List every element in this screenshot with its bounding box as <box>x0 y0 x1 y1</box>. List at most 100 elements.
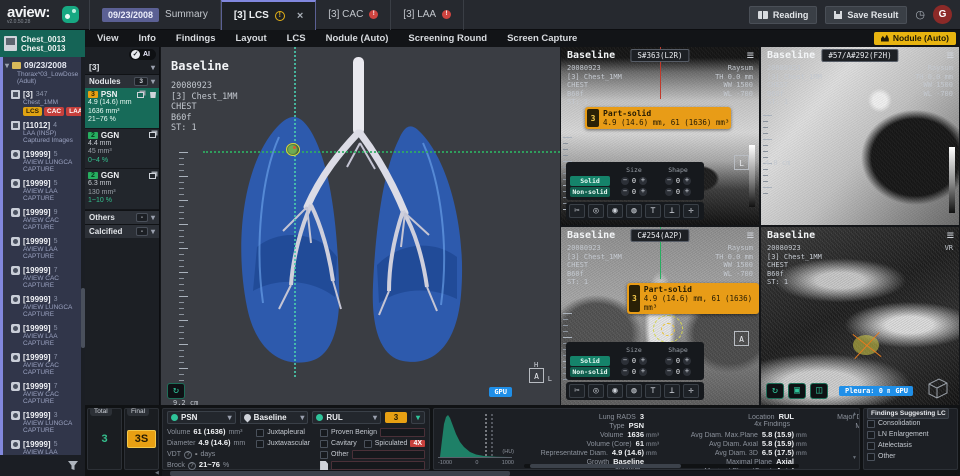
compare-icon[interactable] <box>149 173 156 179</box>
series-item[interactable]: [19999] 5 AVIEW LAA CAPTURE <box>3 322 81 351</box>
checkbox[interactable] <box>256 440 264 448</box>
nodule-marker[interactable] <box>286 143 300 156</box>
series-item[interactable]: [11012] 4 LAA (INSP) Captured Images <box>3 119 81 148</box>
solid-size-stepper[interactable]: −0+ <box>612 177 656 185</box>
edit-tool-icon[interactable]: ✂ <box>569 384 585 398</box>
mask-icon[interactable]: ◫ <box>810 383 828 399</box>
calcified-section-header[interactable]: Calcified -▾ <box>85 224 159 238</box>
finding-row[interactable]: Atelectasis <box>867 440 954 451</box>
ai-toggle[interactable]: ✓ AI <box>129 49 156 60</box>
menu-item[interactable]: Screen Capture <box>507 33 577 44</box>
molecule-icon[interactable] <box>62 6 79 23</box>
series-item[interactable]: [19999] 7 AVIEW CAC CAPTURE <box>3 264 81 293</box>
checkbox[interactable] <box>867 431 875 439</box>
other-field[interactable] <box>352 450 425 459</box>
nonsolid-size-stepper[interactable]: −0+ <box>612 188 656 196</box>
finding-row[interactable]: Other <box>867 451 954 462</box>
edit-tool-icon[interactable]: ✂ <box>569 204 585 218</box>
menu-item[interactable]: View <box>97 33 118 44</box>
nodule-item[interactable]: 3 PSN 4.9 (14.6) mm 1636 mm³ 21~76 % <box>85 88 159 129</box>
edit-tool-icon[interactable]: ◉ <box>607 204 623 218</box>
checkbox-row[interactable]: Juxtapleural <box>256 427 314 438</box>
avatar[interactable]: G <box>933 5 952 24</box>
nodule-auto-button[interactable]: Nodule (Auto) <box>874 32 956 45</box>
timepoint-select[interactable]: Baseline▾ <box>240 411 309 424</box>
checkbox[interactable] <box>364 440 372 448</box>
final-score-badge[interactable]: 3S <box>127 430 156 448</box>
patient-header[interactable]: Chest_0013 Chest_0013 <box>0 30 85 57</box>
rotate-3d-icon[interactable]: ↻ <box>167 383 185 399</box>
type-select[interactable]: PSN▾ <box>167 411 236 424</box>
checkbox[interactable] <box>320 429 328 437</box>
checkbox[interactable] <box>867 453 875 461</box>
menu-item[interactable]: Layout <box>235 33 266 44</box>
scroll-left-arrow[interactable]: ◀ <box>155 470 159 476</box>
series-item[interactable]: [19999] 3 AVIEW LUNGCA CAPTURE <box>3 409 81 438</box>
proven-benign-row[interactable]: Proven Benign <box>320 427 425 438</box>
edit-tool-icon[interactable]: ⊤ <box>645 204 661 218</box>
info-icon[interactable]: ? <box>188 462 196 470</box>
location-select[interactable]: RUL▾ <box>312 411 381 424</box>
series-item[interactable]: [19999] 5 AVIEW LUNGCA CAPTURE <box>3 148 81 177</box>
edit-tool-icon[interactable]: ◍ <box>626 384 642 398</box>
edit-tool-icon[interactable]: ⊥ <box>664 384 680 398</box>
proven-benign-field[interactable] <box>380 428 425 437</box>
panel-menu-icon[interactable]: ≡ <box>947 48 954 62</box>
vr-panel[interactable]: Baseline ≡ 20080923[3] Chest_1MMCHESTB60… <box>761 227 959 405</box>
edit-tool-icon[interactable]: ◍ <box>626 204 642 218</box>
checkbox[interactable] <box>320 440 328 448</box>
series-item[interactable]: [19999] 9 AVIEW CAC CAPTURE <box>3 206 81 235</box>
series-item[interactable]: [19999] 5 AVIEW LAA CAPTURE <box>3 438 81 455</box>
finding-row[interactable]: Consolidation <box>867 418 954 429</box>
stats-horizontal-scrollbar[interactable] <box>524 464 799 468</box>
menu-item[interactable]: Screening Round <box>408 33 487 44</box>
history-icon[interactable]: ◷ <box>915 8 925 21</box>
checkbox[interactable] <box>867 442 875 450</box>
nonsolid-shape-stepper[interactable]: −0+ <box>656 188 700 196</box>
stats-vertical-scrollbar[interactable]: ▲▼ <box>851 411 858 461</box>
trash-icon[interactable] <box>150 91 156 98</box>
finding-row[interactable]: LN Enlargement <box>867 429 954 440</box>
solid-shape-stepper[interactable]: −0+ <box>656 357 700 365</box>
menu-item[interactable]: Nodule (Auto) <box>326 33 389 44</box>
viewer-3d[interactable]: Baseline 20080923[3] Chest_1MMCHESTB60fS… <box>161 47 560 405</box>
edit-tool-icon[interactable]: ✛ <box>683 204 699 218</box>
panel-menu-icon[interactable]: ≡ <box>947 228 954 242</box>
tab-lcs[interactable]: [3] LCS ! × <box>221 0 316 30</box>
nodule-number-select[interactable]: ▾ <box>411 411 425 424</box>
compare-icon[interactable] <box>149 132 156 138</box>
menu-item[interactable]: LCS <box>287 33 306 44</box>
study-header[interactable]: ▾ 09/23/2008 <box>3 57 81 71</box>
others-section-header[interactable]: Others -▾ <box>85 210 159 224</box>
nonsolid-button[interactable]: Non-solid <box>570 187 610 197</box>
close-icon[interactable]: × <box>297 10 303 22</box>
edit-tool-icon[interactable]: ◉ <box>607 384 623 398</box>
comment-row[interactable] <box>320 460 425 471</box>
edit-tool-icon[interactable]: ⊤ <box>645 384 661 398</box>
panel-menu-icon[interactable]: ≡ <box>747 228 754 242</box>
ct-panel-coronal[interactable]: Baseline C#254(A2P) ≡ 20080923[3] Chest_… <box>561 227 759 405</box>
other-row[interactable]: Other <box>320 449 425 460</box>
reading-button[interactable]: Reading <box>749 6 818 24</box>
info-icon[interactable]: ? <box>184 451 192 459</box>
orientation-cube-icon[interactable] <box>923 375 951 401</box>
nodule-item[interactable]: 2 GGN 4.4 mm 45 mm³ 0~4 % <box>85 129 159 170</box>
volume-icon[interactable]: ▣ <box>788 383 806 399</box>
filter-icon[interactable] <box>68 461 79 471</box>
edit-tool-icon[interactable]: ✛ <box>683 384 699 398</box>
tab-cac[interactable]: [3] CAC ! <box>316 0 391 30</box>
menu-item[interactable]: Findings <box>176 33 216 44</box>
solid-size-stepper[interactable]: −0+ <box>612 357 656 365</box>
solid-button[interactable]: Solid <box>570 176 610 186</box>
checkbox[interactable] <box>256 429 264 437</box>
nodule-number-badge[interactable]: 3 <box>385 412 407 423</box>
edit-tool-icon[interactable]: ◎ <box>588 384 604 398</box>
rotate-icon[interactable]: ↻ <box>766 383 784 399</box>
checkbox[interactable] <box>320 451 328 459</box>
series-item[interactable]: [19999] 3 AVIEW LUNGCA CAPTURE <box>3 293 81 322</box>
nodule-roi[interactable] <box>653 315 683 343</box>
edit-tool-icon[interactable]: ⊥ <box>664 204 680 218</box>
nonsolid-button[interactable]: Non-solid <box>570 367 610 377</box>
checkbox-row[interactable]: Juxtavascular <box>256 438 314 449</box>
series-item[interactable]: [19999] 5 AVIEW LAA CAPTURE <box>3 177 81 206</box>
